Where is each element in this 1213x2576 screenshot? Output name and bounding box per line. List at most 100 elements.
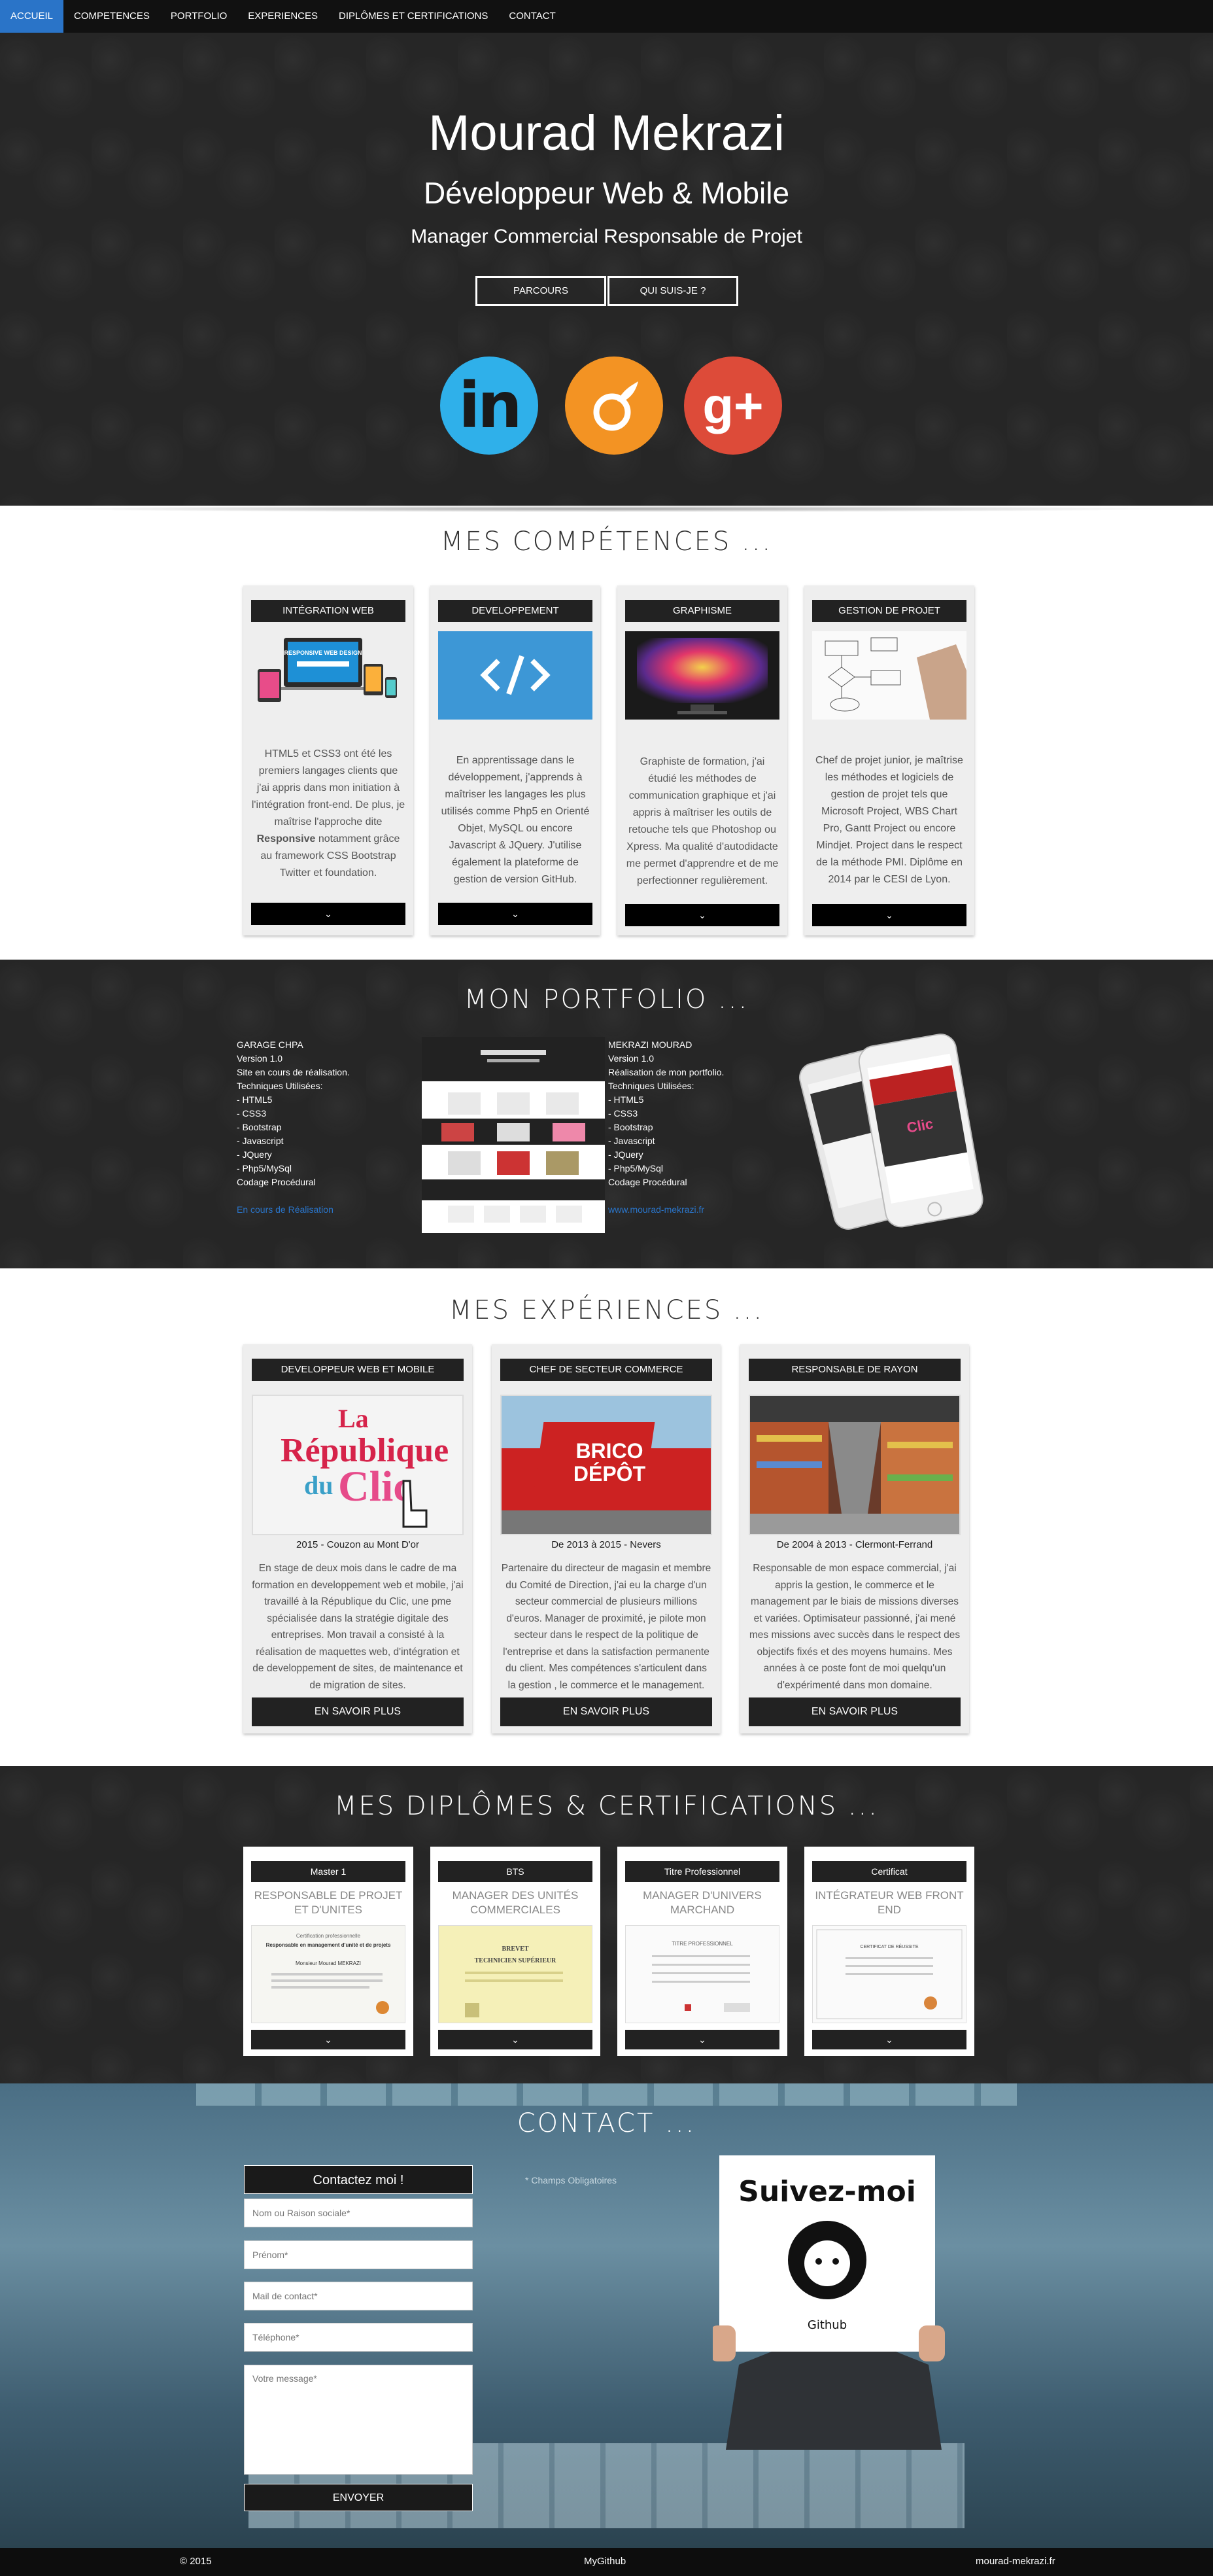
diploma-expand-button[interactable]: ⌄ bbox=[438, 2030, 592, 2049]
en-savoir-plus-button[interactable]: EN SAVOIR PLUS bbox=[500, 1697, 712, 1726]
website-screenshot-illustration bbox=[422, 1037, 605, 1223]
diploma-name: INTÉGRATEUR WEB FRONT END bbox=[815, 1889, 964, 1916]
chevron-down-icon: ⌄ bbox=[698, 910, 706, 920]
portfolio-screenshot[interactable] bbox=[422, 1037, 605, 1233]
footer-copyright: © 2015 bbox=[180, 2556, 212, 2567]
skill-description: Graphiste de formation, j'ai étudié les … bbox=[626, 756, 779, 886]
viadeo-icon[interactable] bbox=[565, 357, 663, 455]
brico-depot-store-image: BRICO DÉPÔT bbox=[500, 1395, 712, 1535]
experience-description: Responsable de mon espace commercial, j'… bbox=[749, 1563, 961, 1691]
project-garage-link[interactable]: En cours de Réalisation bbox=[237, 1203, 350, 1217]
firstname-field[interactable] bbox=[244, 2240, 473, 2269]
nav-item-diplomes[interactable]: DIPLÔMES ET CERTIFICATIONS bbox=[328, 0, 498, 33]
google-plus-icon[interactable]: g+ bbox=[684, 357, 782, 455]
project-garage-description: GARAGE CHPA Version 1.0 Site en cours de… bbox=[237, 1038, 350, 1217]
experience-card-dev-web: DEVELOPPEUR WEB ET MOBILE La République … bbox=[243, 1344, 472, 1733]
diploma-name: MANAGER D'UNIVERS MARCHAND bbox=[643, 1889, 762, 1916]
email-field[interactable] bbox=[244, 2282, 473, 2310]
parcours-button[interactable]: PARCOURS bbox=[475, 276, 606, 306]
cert-line: TITRE PROFESSIONNEL bbox=[672, 1941, 733, 1947]
follow-me-github-image[interactable]: Suivez-moi Github bbox=[709, 2155, 955, 2450]
diploma-tag: Certificat bbox=[812, 1861, 966, 1882]
responsive-devices-image: RESPONSIVE WEB DESIGN bbox=[251, 631, 405, 720]
en-savoir-plus-button[interactable]: EN SAVOIR PLUS bbox=[749, 1697, 961, 1726]
en-savoir-plus-button[interactable]: EN SAVOIR PLUS bbox=[252, 1697, 464, 1726]
skill-expand-button[interactable]: ⌄ bbox=[438, 903, 592, 925]
diploma-card-master: Master 1 RESPONSABLE DE PROJET ET D'UNIT… bbox=[243, 1847, 413, 2056]
phones-illustration: Clic bbox=[799, 1034, 983, 1230]
experience-tag: DEVELOPPEUR WEB ET MOBILE bbox=[252, 1359, 464, 1381]
follow-subtitle: Github bbox=[808, 2318, 847, 2332]
nav-item-portfolio[interactable]: PORTFOLIO bbox=[160, 0, 237, 33]
experience-date: De 2004 à 2013 - Clermont-Ferrand bbox=[776, 1539, 933, 1550]
company-name-field[interactable] bbox=[244, 2199, 473, 2227]
chevron-down-icon: ⌄ bbox=[511, 909, 519, 919]
store-sign-line-2: DÉPÔT bbox=[573, 1462, 646, 1486]
qui-suis-je-button[interactable]: QUI SUIS-JE ? bbox=[607, 276, 738, 306]
logo-line-4: Clic bbox=[338, 1463, 413, 1510]
diploma-tag: BTS bbox=[438, 1861, 592, 1882]
store-sign-line-1: BRICO bbox=[575, 1439, 643, 1463]
experience-date: 2015 - Couzon au Mont D'or bbox=[296, 1539, 419, 1550]
certificate-illustration: TITRE PROFESSIONNEL bbox=[652, 1941, 750, 2012]
graphic-monitor-illustration bbox=[625, 631, 779, 720]
skill-expand-button[interactable]: ⌄ bbox=[251, 903, 405, 925]
footer-github-link[interactable]: MyGithub bbox=[584, 2556, 626, 2567]
store-aisle-illustration bbox=[750, 1396, 959, 1534]
hero-section: Mourad Mekrazi Développeur Web & Mobile … bbox=[0, 33, 1213, 506]
skills-title: MES COMPÉTENCES ... bbox=[440, 527, 773, 557]
follow-me-illustration: Suivez-moi Github bbox=[709, 2155, 945, 2450]
logo-line-1: La bbox=[338, 1404, 369, 1433]
logo-line-3: du bbox=[304, 1471, 333, 1500]
skill-card-gestion-projet: GESTION DE PROJET Chef de projet junior,… bbox=[804, 585, 974, 935]
code-brackets-image bbox=[438, 631, 592, 720]
experience-date: De 2013 à 2015 - Nevers bbox=[551, 1539, 661, 1550]
chevron-down-icon: ⌄ bbox=[324, 2034, 332, 2045]
chevron-down-icon: ⌄ bbox=[885, 910, 893, 920]
nav-item-experiences[interactable]: EXPERIENCES bbox=[237, 0, 328, 33]
chevron-down-icon: ⌄ bbox=[885, 2034, 893, 2045]
diploma-card-bts: BTS MANAGER DES UNITÉS COMMERCIALES BREV… bbox=[430, 1847, 600, 2056]
diploma-expand-button[interactable]: ⌄ bbox=[251, 2030, 405, 2049]
project-portfolio-description: MEKRAZI MOURAD Version 1.0 Réalisation d… bbox=[608, 1038, 724, 1217]
cert-line: Responsable en management d'unité et de … bbox=[266, 1942, 391, 1948]
project-portfolio-link[interactable]: www.mourad-mekrazi.fr bbox=[608, 1203, 724, 1217]
cert-line: BREVET bbox=[502, 1945, 528, 1953]
hero-title: Développeur Web & Mobile bbox=[423, 176, 790, 210]
skill-expand-button[interactable]: ⌄ bbox=[812, 904, 966, 926]
nav-item-competences[interactable]: COMPETENCES bbox=[63, 0, 160, 33]
responsive-label: RESPONSIVE WEB DESIGN bbox=[284, 650, 362, 656]
diploma-expand-button[interactable]: ⌄ bbox=[812, 2030, 966, 2049]
diploma-expand-button[interactable]: ⌄ bbox=[625, 2030, 779, 2049]
skill-tag: GRAPHISME bbox=[625, 600, 779, 622]
flowchart-illustration bbox=[825, 637, 966, 720]
diploma-image-master: Certification professionnelle Responsabl… bbox=[251, 1925, 405, 2023]
contact-form-header: Contactez moi ! bbox=[244, 2165, 473, 2194]
experience-description: Partenaire du directeur de magasin et me… bbox=[501, 1563, 711, 1691]
keyboard-background-top bbox=[196, 2083, 1017, 2106]
hero-shadow bbox=[39, 506, 1174, 512]
nav-item-contact[interactable]: CONTACT bbox=[498, 0, 566, 33]
portfolio-section: MON PORTFOLIO ... GARAGE CHPA Version 1.… bbox=[0, 960, 1213, 1268]
skill-expand-button[interactable]: ⌄ bbox=[625, 904, 779, 926]
certificate-illustration: BREVET TECHNICIEN SUPÉRIEUR bbox=[465, 1945, 563, 2017]
cert-line: Certification professionnelle bbox=[296, 1933, 361, 1939]
phone-field[interactable] bbox=[244, 2323, 473, 2352]
certificate-illustration: CERTIFICAT DE RÉUSSITE bbox=[816, 1929, 963, 2019]
message-field[interactable] bbox=[244, 2365, 473, 2475]
hero-name: Mourad Mekrazi bbox=[428, 105, 785, 161]
footer-site-link[interactable]: mourad-mekrazi.fr bbox=[976, 2556, 1055, 2567]
brico-depot-illustration: BRICO DÉPÔT bbox=[502, 1396, 711, 1534]
code-icon bbox=[480, 655, 551, 695]
experience-card-chef-secteur: CHEF DE SECTEUR COMMERCE BRICO DÉPÔT De … bbox=[492, 1344, 721, 1733]
experiences-title: MES EXPÉRIENCES ... bbox=[449, 1295, 764, 1325]
linkedin-icon[interactable]: in bbox=[440, 357, 538, 455]
send-button[interactable]: ENVOYER bbox=[244, 2484, 473, 2511]
hero-subtitle: Manager Commercial Responsable de Projet bbox=[411, 226, 802, 247]
nav-item-accueil[interactable]: ACCUEIL bbox=[0, 0, 64, 33]
portfolio-title: MON PORTFOLIO ... bbox=[464, 984, 749, 1015]
diplomas-section: MES DIPLÔMES & CERTIFICATIONS ... Master… bbox=[0, 1766, 1213, 2083]
contact-section: CONTACT ... Contactez moi ! ENVOYER * Ch… bbox=[0, 2083, 1213, 2548]
diploma-card-titre-pro: Titre Professionnel MANAGER D'UNIVERS MA… bbox=[617, 1847, 787, 2056]
experience-tag: CHEF DE SECTEUR COMMERCE bbox=[500, 1359, 712, 1381]
